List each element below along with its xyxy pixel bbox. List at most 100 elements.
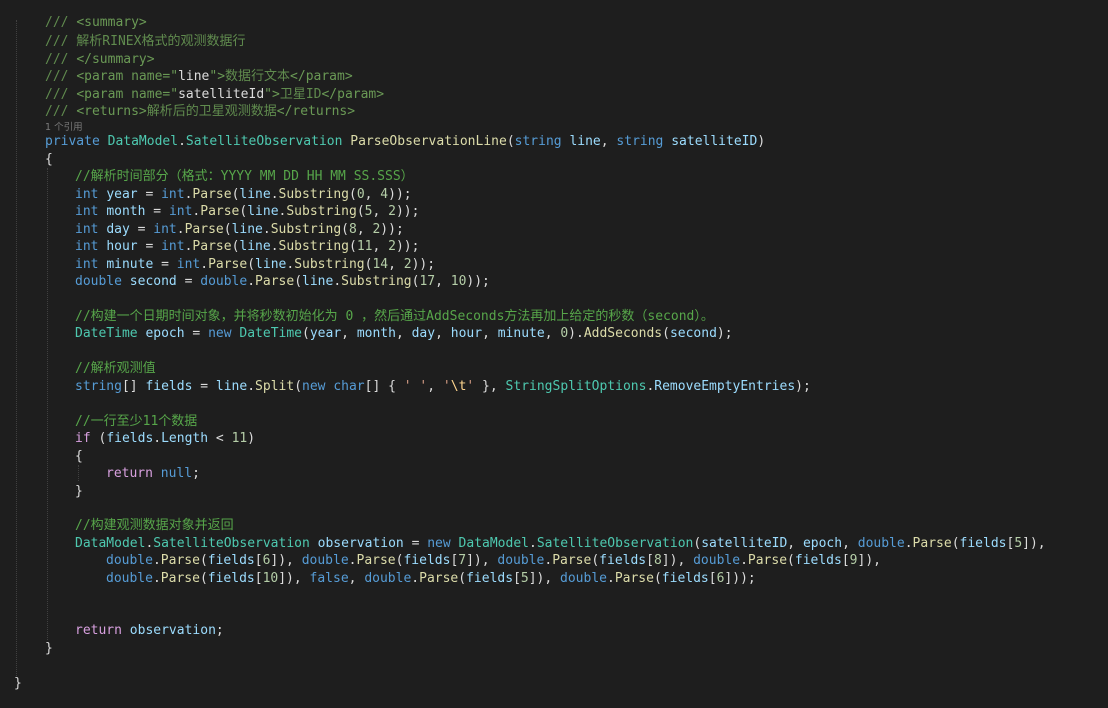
- code-token-plain: (: [348, 239, 357, 254]
- code-token-kw: int: [75, 222, 107, 237]
- code-line[interactable]: //构建一个日期时间对象，并将秒数初始化为 0 ，然后通过AddSeconds方…: [75, 308, 714, 326]
- code-token-type: DataModel: [107, 134, 179, 149]
- code-token-kw: double: [364, 571, 412, 586]
- code-token-type: SatelliteObservation: [185, 134, 351, 149]
- code-line[interactable]: {: [75, 448, 83, 466]
- code-token-doc: ///: [45, 52, 77, 67]
- code-line[interactable]: double second = double.Parse(line.Substr…: [75, 273, 490, 291]
- code-token-plain: (: [348, 187, 357, 202]
- code-line[interactable]: double.Parse(fields[10]), false, double.…: [106, 570, 756, 588]
- code-token-plain: ): [757, 134, 766, 149]
- code-line[interactable]: }: [45, 640, 53, 658]
- code-token-plain: ));: [380, 222, 404, 237]
- code-token-plain: =: [184, 274, 201, 289]
- code-token-var: line: [215, 379, 248, 394]
- code-token-plain: .: [529, 536, 537, 551]
- code-token-kw: int: [153, 222, 177, 237]
- code-line[interactable]: //构建观测数据对象并返回: [75, 517, 234, 535]
- code-line[interactable]: /// 解析RINEX格式的观测数据行: [45, 33, 245, 51]
- code-line[interactable]: //一行至少11个数据: [75, 413, 197, 431]
- code-line[interactable]: }: [75, 483, 83, 501]
- code-token-plain: ]),: [278, 571, 310, 586]
- code-line[interactable]: return null;: [106, 465, 200, 483]
- code-token-kw: int: [75, 187, 107, 202]
- code-token-str: ' ': [403, 379, 428, 394]
- code-token-plain: [: [841, 553, 850, 568]
- code-line[interactable]: //解析时间部分（格式：YYYY MM DD HH MM SS.SSS）: [75, 168, 414, 186]
- code-token-type: DataModel: [75, 536, 146, 551]
- code-token-var: epoch: [145, 326, 193, 341]
- code-token-num: 4: [380, 187, 389, 202]
- code-token-plain: }: [14, 676, 22, 691]
- code-token-tag: <summary>: [76, 15, 147, 30]
- code-token-plain: [: [254, 571, 263, 586]
- code-token-var: fields: [599, 553, 647, 568]
- code-token-fn: Parse: [192, 239, 232, 254]
- code-line[interactable]: string[] fields = line.Split(new char[] …: [75, 378, 811, 396]
- code-token-var: fields: [207, 553, 255, 568]
- code-token-var: year: [309, 326, 342, 341]
- code-token-var: minute: [497, 326, 545, 341]
- code-token-plain: .: [153, 431, 162, 446]
- code-line[interactable]: //解析观测值: [75, 360, 156, 378]
- code-line[interactable]: DateTime epoch = new DateTime(year, mont…: [75, 325, 733, 343]
- code-line[interactable]: private DataModel.SatelliteObservation P…: [45, 133, 765, 151]
- code-line[interactable]: }: [14, 675, 22, 693]
- code-token-str: ': [442, 379, 451, 394]
- code-token-plain: .: [286, 257, 295, 272]
- code-token-kw: double: [560, 571, 607, 586]
- code-token-plain: line: [178, 69, 210, 84]
- code-line[interactable]: int month = int.Parse(line.Substring(5, …: [75, 203, 419, 221]
- code-token-plain: =: [137, 222, 154, 237]
- code-token-plain: ,: [372, 239, 389, 254]
- code-line[interactable]: return observation;: [75, 622, 224, 640]
- code-token-var: observation: [129, 623, 216, 638]
- code-token-esc: \t: [450, 379, 467, 394]
- code-token-plain: [: [708, 571, 717, 586]
- code-line[interactable]: int year = int.Parse(line.Substring(0, 4…: [75, 186, 412, 204]
- code-line[interactable]: /// <param name="satelliteId">卫星ID</para…: [45, 86, 384, 104]
- code-token-plain: .: [152, 553, 161, 568]
- code-line[interactable]: int hour = int.Parse(line.Substring(11, …: [75, 238, 419, 256]
- code-token-fn: Split: [255, 379, 295, 394]
- code-token-fn: Parse: [912, 536, 952, 551]
- code-token-plain: .: [176, 222, 185, 237]
- code-token-plain: ,: [787, 536, 803, 551]
- code-token-plain: {: [45, 152, 53, 167]
- code-line[interactable]: /// </summary>: [45, 51, 155, 69]
- code-token-plain: }: [75, 484, 83, 499]
- code-token-kw: string: [514, 134, 570, 149]
- code-line[interactable]: {: [45, 151, 53, 169]
- code-token-plain: ,: [842, 536, 858, 551]
- code-line[interactable]: int day = int.Parse(line.Substring(8, 2)…: [75, 221, 404, 239]
- code-token-plain: .: [740, 553, 748, 568]
- code-token-doc: 数据行文本: [225, 69, 291, 84]
- code-line[interactable]: if (fields.Length < 11): [75, 430, 255, 448]
- code-token-plain: ;: [215, 623, 224, 638]
- code-line[interactable]: DataModel.SatelliteObservation observati…: [75, 535, 1046, 553]
- code-token-num: 2: [403, 257, 412, 272]
- code-line[interactable]: double.Parse(fields[6]), double.Parse(fi…: [106, 552, 881, 570]
- indent-guide: [78, 465, 79, 481]
- code-token-fn: Parse: [255, 274, 295, 289]
- code-token-num: 0: [560, 326, 569, 341]
- code-editor[interactable]: 1 个引用 /// <summary>/// 解析RINEX格式的观测数据行//…: [0, 0, 1108, 708]
- code-line[interactable]: int minute = int.Parse(line.Substring(14…: [75, 256, 435, 274]
- code-token-plain: (: [787, 553, 795, 568]
- code-token-kw: double: [497, 553, 545, 568]
- code-token-plain: =: [411, 536, 428, 551]
- code-token-cmt: //构建观测数据对象并返回: [75, 518, 234, 533]
- code-token-plain: (: [506, 134, 515, 149]
- code-token-plain: (: [294, 274, 303, 289]
- code-line[interactable]: /// <param name="line">数据行文本</param>: [45, 68, 353, 86]
- code-token-plain: .: [247, 274, 256, 289]
- code-token-var: year: [106, 187, 146, 202]
- code-line[interactable]: /// <summary>: [45, 14, 147, 32]
- code-token-plain: .: [152, 571, 161, 586]
- code-token-fn: Parse: [192, 187, 232, 202]
- code-token-doc: ///: [45, 87, 77, 102]
- code-line[interactable]: /// <returns>解析后的卫星观测数据</returns>: [45, 103, 355, 121]
- code-token-plain: =: [192, 326, 209, 341]
- code-token-plain: .: [348, 553, 357, 568]
- code-token-var: line: [239, 239, 271, 254]
